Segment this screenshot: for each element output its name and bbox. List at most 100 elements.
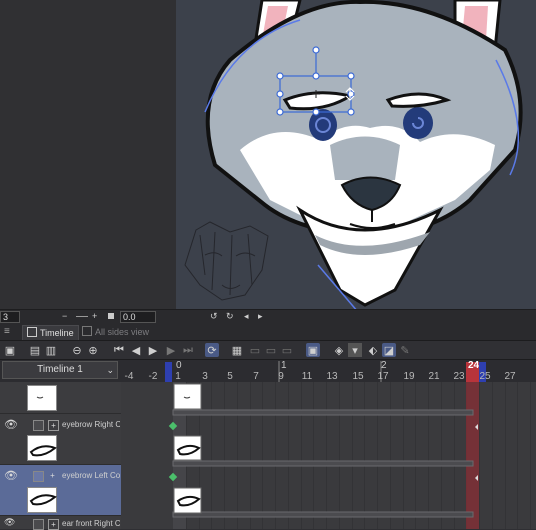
enable-keyframes-icon[interactable]: ◈ [332,343,346,357]
frame-number: 19 [403,371,415,382]
layer-list: 👁 + eyebrow Right Co 👁 + eyebrow Left Co… [0,382,121,530]
frame-number: 27 [504,371,516,382]
frame-column-divider [415,382,417,529]
keyframe-dropdown-icon[interactable]: ▾ [348,343,362,357]
frame-column-divider [198,382,200,529]
layer-thumbnail [27,487,57,513]
timeline-select[interactable]: Timeline 1 ⌄ [2,361,118,379]
frame-column-divider [530,382,531,529]
second-marker: 0 [176,360,182,371]
new-cel-icon[interactable]: ▭ [248,343,262,357]
frame-number: -2 [148,371,158,382]
frame-column-divider [364,382,366,529]
new-animation-folder-icon[interactable]: ▦ [230,343,244,357]
tab-all-sides-view[interactable]: All sides view [78,325,153,339]
eye-icon[interactable]: 👁 [4,517,15,528]
expand-icon[interactable]: + [48,519,59,530]
frame-number: 25 [479,371,491,382]
specify-cel-icon[interactable]: ▭ [264,343,278,357]
flip-vertical-icon[interactable]: ▸ [258,310,263,322]
reset-zoom-icon[interactable] [108,313,114,319]
frame-rate-icon[interactable]: ▥ [44,343,58,357]
frame-column-divider [313,382,315,529]
canvas-area[interactable] [0,0,536,313]
add-keyframe-icon[interactable]: ⬖ [366,343,380,357]
pen-icon[interactable]: ✎ [398,343,412,357]
play-icon[interactable]: ▶ [146,343,160,357]
eye-icon[interactable]: 👁 [4,418,18,431]
tab-timeline[interactable]: Timeline [22,325,79,340]
frame-column-divider [236,382,238,529]
layer-lock-checkbox[interactable] [33,519,44,530]
timeline-tab-icon [27,327,37,337]
layer-row-ear-front-right[interactable]: 👁 + ear front Right Co [0,515,121,530]
frame-column-divider [440,382,442,529]
rotation-angle-field[interactable]: 0.0 [120,311,156,323]
layer-thumbnail [27,385,57,411]
frame-number: 7 [253,371,259,382]
first-frame-icon[interactable]: ⏮ [112,343,126,357]
frame-number: 9 [278,371,284,382]
zoom-in-timeline-icon[interactable]: ⊕ [86,343,100,357]
second-marker: 2 [381,360,387,371]
frame-column-divider [224,382,225,529]
frame-number: 1 [175,371,181,382]
frame-number: 17 [377,371,389,382]
brush-size-value[interactable]: 3 [0,311,20,323]
panel-tab-bar: ≡ Timeline All sides view [0,323,536,341]
frame-column-divider [300,382,302,529]
layer-row-eyebrow-right[interactable]: 👁 + eyebrow Right Co [0,413,121,465]
onion-skin-icon[interactable]: ▣ [306,343,320,357]
eye-icon[interactable]: 👁 [4,469,18,482]
zoom-slider[interactable] [76,316,88,317]
last-frame-icon[interactable]: ⏭ [181,343,195,357]
next-frame-icon[interactable]: ▶ [164,343,178,357]
zoom-out-timeline-icon[interactable]: ⊖ [70,343,84,357]
frame-column-divider [389,382,391,529]
tab-timeline-label: Timeline [40,328,74,338]
frames-area[interactable] [121,382,536,529]
layer-lock-checkbox[interactable] [33,471,44,482]
timeline-toolbar: ▣ ▤ ▥ ⊖ ⊕ ⏮ ◀ ▶ ▶ ⏭ ⟳ ▦ ▭ ▭ ▭ ▣ ◈ ▾ ⬖ ◪ … [0,341,536,360]
tab-all-sides-label: All sides view [95,327,150,337]
frame-column-divider [504,382,506,529]
layer-row-eyebrow-left[interactable]: 👁 + eyebrow Left Copy [0,464,121,516]
flip-horizontal-icon[interactable]: ◂ [244,310,249,322]
frame-number: -4 [124,371,134,382]
frame-column-divider [491,382,493,529]
frame-number: 15 [352,371,364,382]
new-timeline-icon[interactable]: ▣ [3,343,17,357]
previous-frame-icon[interactable]: ◀ [129,343,143,357]
second-marker: 1 [281,360,287,371]
expand-icon[interactable]: + [48,420,59,431]
frame-column-divider [249,382,251,529]
frame-column-divider [173,382,174,529]
end-frame-marker[interactable]: 24 [468,360,479,371]
loop-playback-icon[interactable]: ⟳ [205,343,219,357]
zoom-in-icon[interactable]: + [92,310,97,322]
zoom-out-icon[interactable]: − [62,310,67,322]
rotate-right-icon[interactable]: ↻ [226,310,234,322]
frame-column-divider [275,382,276,529]
frame-column-divider [287,382,289,529]
frame-column-divider [326,382,327,529]
keyframe-edit-icon[interactable]: ◪ [382,343,396,357]
layer-lock-checkbox[interactable] [33,420,44,431]
frame-column-divider [351,382,353,529]
layer-row[interactable] [0,382,121,413]
delete-cel-icon[interactable]: ▭ [280,343,294,357]
frame-column-divider [185,382,187,529]
canvas-toolbar: 3 − + 0.0 ↺ ↻ ◂ ▸ [0,309,536,323]
timeline-settings-icon[interactable]: ▤ [28,343,42,357]
frame-column-divider [211,382,213,529]
rotate-left-icon[interactable]: ↺ [210,310,218,322]
add-icon[interactable]: + [48,471,57,480]
layer-name: ear front Right Co [62,519,120,528]
frame-column-divider [338,382,340,529]
panel-menu-icon[interactable]: ≡ [4,326,10,337]
frame-number: 3 [202,371,208,382]
frame-column-divider [517,382,519,529]
frame-number: 11 [301,371,313,382]
frame-number: 23 [453,371,465,382]
frame-column-divider [262,382,264,529]
